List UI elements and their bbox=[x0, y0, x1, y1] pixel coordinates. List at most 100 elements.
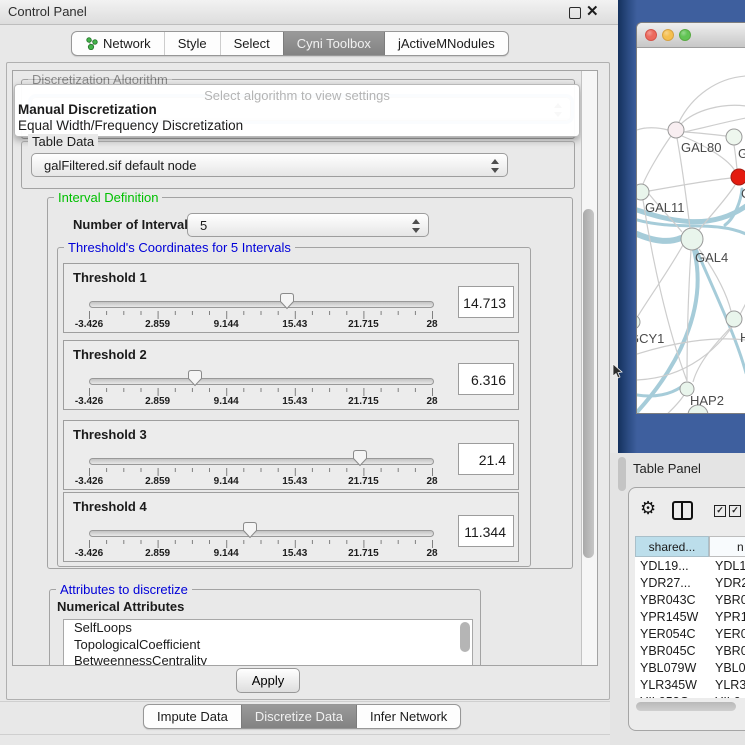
node-label: GAL4 bbox=[695, 250, 728, 265]
tick-label: 28 bbox=[426, 476, 437, 487]
table-row[interactable]: YDR27...YDR2 bbox=[635, 575, 745, 592]
tab-select[interactable]: Select bbox=[220, 32, 283, 55]
threshold-1-slider-track[interactable] bbox=[89, 301, 434, 308]
node-table: shared... n YDL19...YDL1YDR27...YDR2YBR0… bbox=[635, 536, 745, 698]
cell-name: YDL1 bbox=[708, 558, 745, 575]
GAL4-node[interactable] bbox=[681, 228, 703, 250]
edge[interactable] bbox=[734, 145, 737, 169]
table-row[interactable]: YLR345WYLR3 bbox=[635, 677, 745, 694]
threshold-2-slider-thumb[interactable] bbox=[187, 369, 203, 387]
table-toolbar: ⚙ ✓ ✓ bbox=[629, 488, 745, 533]
table-hscrollbar[interactable] bbox=[635, 701, 741, 712]
num-intervals-value: 5 bbox=[200, 218, 207, 233]
edge[interactable] bbox=[643, 136, 671, 184]
edge-teal[interactable] bbox=[696, 249, 745, 373]
network-window-titlebar[interactable] bbox=[637, 23, 745, 48]
top-right-node[interactable] bbox=[726, 129, 742, 145]
attribute-item[interactable]: BetweennessCentrality bbox=[64, 653, 472, 666]
stepper-icon bbox=[491, 158, 500, 174]
edge[interactable] bbox=[684, 132, 726, 136]
num-intervals-combobox[interactable]: 5 bbox=[187, 213, 429, 237]
bottom-tab-infer-network[interactable]: Infer Network bbox=[356, 705, 460, 728]
tab-network[interactable]: Network bbox=[72, 32, 164, 55]
cell-shared-name: YDL19... bbox=[635, 558, 708, 575]
tab-label: Impute Data bbox=[157, 709, 228, 724]
traffic-light-zoom-icon[interactable] bbox=[679, 29, 691, 41]
traffic-light-close-icon[interactable] bbox=[645, 29, 657, 41]
GAL80-node[interactable] bbox=[668, 122, 684, 138]
GCY1-node[interactable] bbox=[637, 315, 640, 329]
H-node[interactable] bbox=[726, 311, 742, 327]
table-row[interactable]: YBL079WYBL0 bbox=[635, 660, 745, 677]
tick-label: 15.43 bbox=[282, 476, 307, 487]
threshold-1-slider-thumb[interactable] bbox=[279, 292, 295, 310]
side-scrollbar-thumb[interactable] bbox=[618, 457, 626, 491]
attribute-item[interactable]: TopologicalCoefficient bbox=[64, 637, 472, 654]
edge[interactable] bbox=[643, 200, 687, 381]
edge[interactable] bbox=[687, 250, 691, 381]
threshold-3-value-field[interactable]: 21.4 bbox=[458, 443, 514, 475]
algorithm-option-equal-width[interactable]: Equal Width/Frequency Discretization bbox=[18, 118, 243, 133]
threshold-2-value-field[interactable]: 6.316 bbox=[458, 363, 514, 395]
table-hscrollbar-thumb[interactable] bbox=[636, 702, 736, 711]
edge[interactable] bbox=[681, 105, 745, 124]
column-header-name[interactable]: n bbox=[709, 536, 745, 557]
traffic-light-minimize-icon[interactable] bbox=[662, 29, 674, 41]
bottom-tab-impute-data[interactable]: Impute Data bbox=[144, 705, 241, 728]
table-row[interactable]: YIL052CYIL0 bbox=[635, 694, 745, 698]
checkbox-icon[interactable]: ✓ bbox=[729, 505, 741, 517]
tick-label: -3.426 bbox=[75, 319, 103, 330]
threshold-4-slider-thumb[interactable] bbox=[242, 521, 258, 539]
node-label: GAL80 bbox=[681, 140, 721, 155]
algorithm-option-manual[interactable]: Manual Discretization bbox=[18, 102, 157, 117]
close-icon[interactable]: ✕ bbox=[586, 2, 599, 20]
edge[interactable] bbox=[637, 128, 668, 130]
column-header-shared[interactable]: shared... bbox=[635, 536, 709, 557]
bottom-tab-discretize-data[interactable]: Discretize Data bbox=[241, 705, 356, 728]
table-data-combobox[interactable]: galFiltered.sif default node bbox=[31, 153, 508, 177]
edge[interactable] bbox=[679, 76, 745, 122]
edge[interactable] bbox=[699, 185, 735, 230]
algorithm-popup: Select algorithm to view settings Manual… bbox=[14, 84, 580, 137]
red-node[interactable] bbox=[731, 169, 745, 185]
edge[interactable] bbox=[638, 245, 683, 316]
checkbox-icon[interactable]: ✓ bbox=[714, 505, 726, 517]
threshold-4-value-field[interactable]: 11.344 bbox=[458, 515, 514, 547]
tick-label: 28 bbox=[426, 548, 437, 559]
edge-teal[interactable] bbox=[637, 234, 681, 241]
viewport-scrollbar-track[interactable] bbox=[581, 71, 597, 665]
tab-jactivemnodules[interactable]: jActiveMNodules bbox=[384, 32, 508, 55]
gear-icon[interactable]: ⚙ bbox=[640, 498, 656, 519]
tab-cyni-toolbox[interactable]: Cyni Toolbox bbox=[283, 32, 384, 55]
list-scrollbar[interactable] bbox=[460, 622, 470, 652]
control-panel-titlebar: Control Panel ✕ bbox=[0, 0, 618, 25]
threshold-2-slider-track[interactable] bbox=[89, 378, 434, 385]
numerical-attributes-list[interactable]: SelfLoopsTopologicalCoefficientBetweenne… bbox=[63, 619, 473, 666]
table-row[interactable]: YER054CYER0 bbox=[635, 626, 745, 643]
viewport-scrollbar-thumb[interactable] bbox=[583, 209, 594, 558]
attribute-item[interactable]: SelfLoops bbox=[64, 620, 472, 637]
GAL11-node[interactable] bbox=[637, 184, 649, 200]
threshold-1-value-field[interactable]: 14.713 bbox=[458, 286, 514, 318]
table-row[interactable]: YDL19...YDL1 bbox=[635, 558, 745, 575]
edge[interactable] bbox=[649, 178, 731, 191]
threshold-3-slider-track[interactable] bbox=[89, 458, 434, 465]
table-row[interactable]: YBR045CYBR0 bbox=[635, 643, 745, 660]
tab-label: Infer Network bbox=[370, 709, 447, 724]
table-row[interactable]: YBR043CYBR0 bbox=[635, 592, 745, 609]
tick-label: -3.426 bbox=[75, 396, 103, 407]
cell-name: YLR3 bbox=[708, 677, 745, 694]
threshold-2-panel: Threshold 2-3.4262.8599.14415.4321.71528… bbox=[63, 340, 519, 410]
table-row[interactable]: YPR145WYPR1 bbox=[635, 609, 745, 626]
bottom-tab-bar: Impute Data Discretize Data Infer Network bbox=[143, 704, 461, 729]
network-canvas[interactable]: GAL80GACGAL11GAL4GCY1HHAP2 bbox=[637, 48, 745, 413]
float-window-icon[interactable] bbox=[569, 7, 581, 19]
threshold-4-slider-track[interactable] bbox=[89, 530, 434, 537]
cell-shared-name: YBL079W bbox=[635, 660, 708, 677]
split-columns-icon[interactable] bbox=[672, 501, 693, 520]
threshold-3-slider-thumb[interactable] bbox=[352, 449, 368, 467]
tab-label: Discretize Data bbox=[255, 709, 343, 724]
apply-button[interactable]: Apply bbox=[236, 668, 300, 693]
tab-style[interactable]: Style bbox=[164, 32, 220, 55]
edge-teal[interactable] bbox=[725, 189, 742, 225]
